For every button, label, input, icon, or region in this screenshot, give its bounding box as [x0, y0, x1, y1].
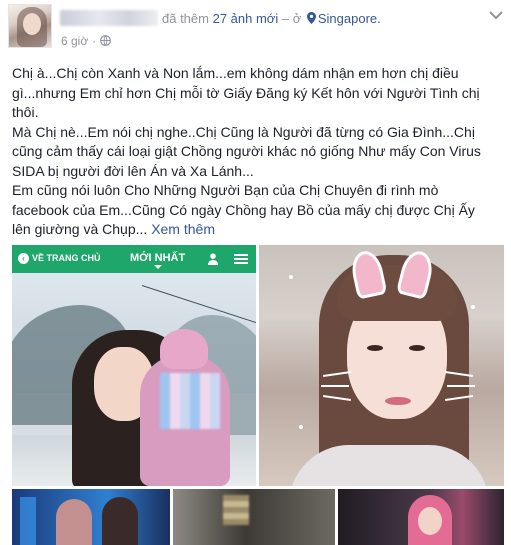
post-line: thôi.	[12, 104, 39, 120]
post-line: Chị à...Chị còn Xanh và Non lắm...em khô…	[12, 65, 459, 81]
location-pin-icon	[306, 12, 316, 24]
photo-3[interactable]	[12, 489, 170, 545]
whisker-line	[321, 385, 349, 387]
back-home-label: VỀ TRANG CHỦ	[32, 253, 101, 263]
meta-separator: ·	[92, 34, 97, 48]
avatar[interactable]	[8, 4, 52, 48]
post-line: Em cũng nói luôn Cho Những Người Bạn của…	[12, 182, 439, 198]
sparkle	[471, 305, 475, 309]
user-icon[interactable]	[208, 253, 218, 265]
photo-2[interactable]	[259, 245, 504, 486]
photo-pixelated-area	[223, 495, 249, 525]
sparkle	[299, 425, 303, 429]
sparkle	[289, 275, 293, 279]
at-text: – ở	[281, 11, 302, 26]
avatar-face	[23, 13, 41, 35]
tab-newest[interactable]: MỚI NHẤT	[130, 252, 185, 269]
chevron-left-icon: ‹	[18, 253, 29, 264]
photo-4[interactable]	[173, 489, 335, 545]
photo-pixelated-face	[160, 373, 220, 429]
back-home-button[interactable]: ‹ VỀ TRANG CHỦ	[18, 253, 101, 264]
photo-person	[102, 497, 138, 545]
photo-stage-light	[20, 497, 36, 545]
post-line: lên giường và Chụp...	[12, 221, 148, 237]
whisker-line	[447, 385, 475, 387]
post-line: cũng cảm thấy cái loại giật Chồng người …	[12, 143, 481, 159]
post-meta: 6 giờ ·	[61, 34, 112, 48]
caret-down-icon	[153, 265, 162, 269]
post-header: đã thêm 27 ảnh mới – ở Singapore.	[162, 11, 381, 26]
facebook-post: đã thêm 27 ảnh mới – ở Singapore. 6 giờ ·…	[0, 0, 511, 545]
post-line: SIDA bị người đời lên Án và Xa Lánh...	[12, 162, 254, 179]
photo-eye	[409, 345, 425, 351]
photo-person	[56, 499, 92, 545]
photo-5[interactable]	[338, 489, 504, 545]
app-bar: ‹ VỀ TRANG CHỦ MỚI NHẤT	[12, 245, 256, 273]
photo-eye	[367, 345, 383, 351]
globe-icon[interactable]	[100, 35, 112, 46]
photo-lips	[385, 397, 411, 405]
post-line: gì...nhưng Em chỉ hơn Chị mỗi tờ Giấy Đă…	[12, 84, 480, 101]
photo-baby-hat	[160, 329, 208, 369]
post-time[interactable]: 6 giờ	[61, 34, 88, 48]
photo-face	[418, 507, 442, 535]
location-link[interactable]: Singapore.	[318, 11, 381, 26]
tab-newest-label: MỚI NHẤT	[130, 252, 186, 264]
photo-1[interactable]: ‹ VỀ TRANG CHỦ MỚI NHẤT	[12, 245, 256, 486]
photo-count-link[interactable]: 27 ảnh mới	[213, 11, 279, 26]
see-more-link[interactable]: Xem thêm	[151, 221, 215, 237]
post-line-last: lên giường và Chụp... Xem thêm	[12, 220, 504, 240]
post-text: Chị à...Chị còn Xanh và Non lắm...em khô…	[12, 64, 504, 240]
post-line: facebook của Em...Cũng Có ngày Chồng hay…	[12, 201, 475, 218]
action-text: đã thêm	[162, 11, 209, 26]
post-line: Mà Chị nè...Em nói chị nghe..Chị Cũng là…	[12, 123, 475, 140]
post-options-chevron-icon[interactable]	[489, 10, 503, 20]
author-name-redacted[interactable]	[60, 10, 158, 26]
menu-icon[interactable]	[234, 254, 248, 264]
